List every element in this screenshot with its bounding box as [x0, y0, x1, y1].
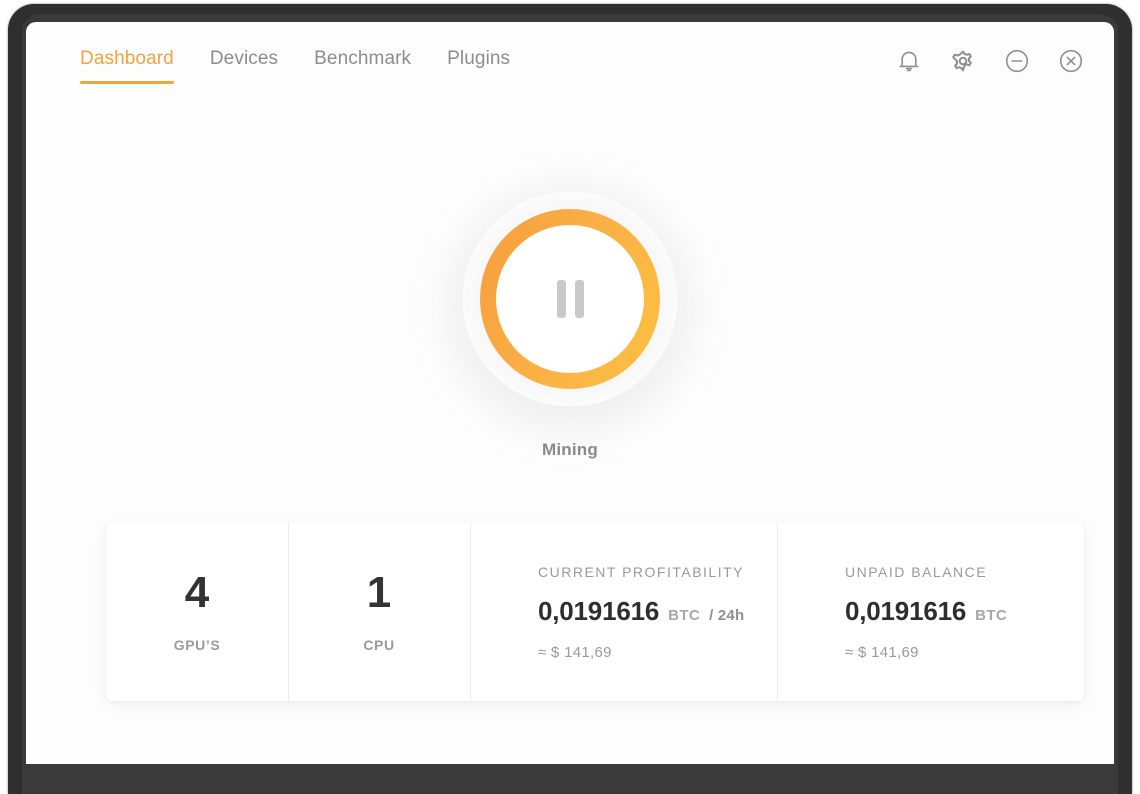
footer-strip: Help Wallet Miner Status: [26, 722, 1114, 764]
tab-dashboard-label: Dashboard: [80, 48, 174, 69]
mining-hero-section: Mining: [26, 100, 1114, 460]
tab-devices-label: Devices: [209, 48, 279, 69]
stat-current-profitability: CURRENT PROFITABILITY 0,0191616 BTC / 24…: [470, 523, 777, 701]
tab-benchmark[interactable]: Benchmark: [314, 48, 411, 74]
stats-summary-card: 4 GPU’S 1 CPU CURRENT PROFITABILITY 0,01…: [106, 523, 1084, 701]
tab-dashboard[interactable]: Dashboard: [80, 48, 174, 84]
profitability-fiat: ≈ $ 141,69: [538, 643, 612, 661]
stat-unpaid-balance: UNPAID BALANCE 0,0191616 BTC ≈ $ 141,69: [777, 523, 1084, 701]
mining-toggle-button[interactable]: [480, 209, 660, 389]
gear-icon[interactable]: [950, 48, 976, 74]
profitability-value-row: 0,0191616 BTC / 24h: [538, 596, 777, 627]
gpu-count-value: 4: [184, 568, 210, 617]
pause-bar-left: [556, 280, 566, 318]
stat-gpu-count: 4 GPU’S: [106, 523, 288, 701]
mining-status-label: Mining: [542, 440, 598, 459]
application-window: Dashboard Devices Benchmark Plugins Mini…: [26, 22, 1114, 764]
tab-devices[interactable]: Devices: [210, 48, 278, 74]
bell-icon[interactable]: [896, 48, 922, 74]
cpu-count-label: CPU: [363, 637, 395, 653]
unpaid-balance-fiat: ≈ $ 141,69: [845, 643, 919, 661]
close-icon[interactable]: [1058, 48, 1084, 74]
mining-toggle-wrapper: [455, 191, 685, 407]
profitability-amount: 0,0191616: [538, 595, 660, 626]
gpu-count-label: GPU’S: [173, 637, 221, 653]
stat-cpu-count: 1 CPU: [288, 523, 470, 701]
pause-icon: [496, 225, 644, 373]
profitability-period: / 24h: [709, 606, 745, 624]
pause-bar-right: [574, 280, 584, 318]
tab-benchmark-label: Benchmark: [314, 48, 412, 69]
top-navigation-bar: Dashboard Devices Benchmark Plugins: [26, 22, 1114, 100]
profitability-unit: BTC: [668, 606, 701, 624]
unpaid-balance-unit: BTC: [975, 606, 1008, 624]
nav-tabs: Dashboard Devices Benchmark Plugins: [80, 48, 510, 84]
tab-plugins-label: Plugins: [447, 48, 511, 69]
profitability-title: CURRENT PROFITABILITY: [538, 563, 745, 580]
unpaid-balance-amount: 0,0191616: [845, 595, 967, 626]
unpaid-balance-value-row: 0,0191616 BTC: [845, 596, 1084, 627]
window-controls: [896, 48, 1084, 74]
tab-plugins[interactable]: Plugins: [447, 48, 510, 74]
cpu-count-value: 1: [366, 568, 392, 617]
unpaid-balance-title: UNPAID BALANCE: [845, 563, 988, 580]
minimize-icon[interactable]: [1004, 48, 1030, 74]
